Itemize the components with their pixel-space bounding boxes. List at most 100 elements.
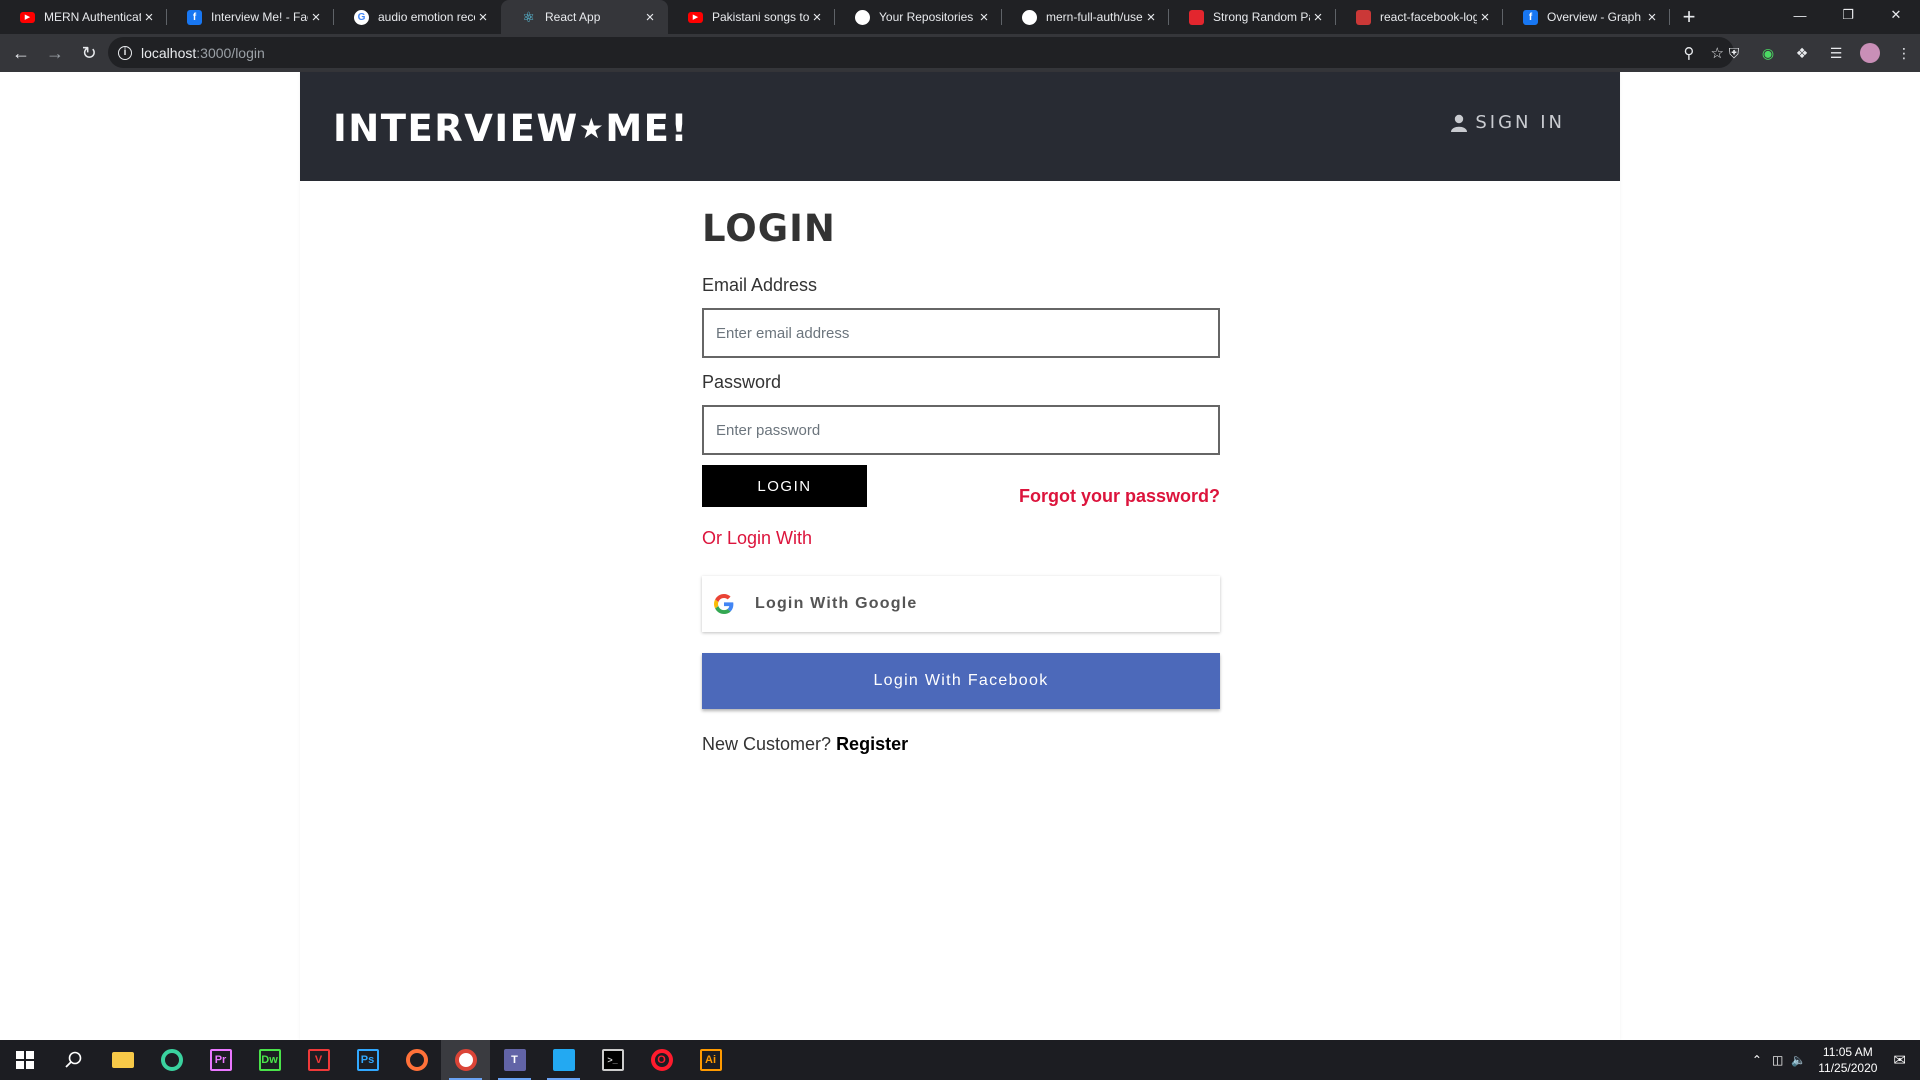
github-icon bbox=[855, 9, 870, 25]
start-button[interactable] bbox=[0, 1040, 49, 1080]
forgot-password-link[interactable]: Forgot your password? bbox=[1019, 486, 1220, 507]
premiere-icon: Pr bbox=[209, 1049, 232, 1071]
taskbar-app[interactable]: T bbox=[490, 1040, 539, 1080]
zoom-icon[interactable]: ⚲ bbox=[1684, 44, 1695, 62]
chrome-icon bbox=[454, 1049, 477, 1071]
email-input[interactable] bbox=[702, 308, 1220, 358]
browser-tab[interactable]: f Overview - Graph A × bbox=[1503, 0, 1670, 34]
new-customer-row: New Customer? Register bbox=[702, 734, 908, 755]
restore-button[interactable]: ❐ bbox=[1824, 0, 1872, 30]
photoshop-icon: Ps bbox=[356, 1049, 379, 1071]
logo-text-left: INTERVIEW bbox=[333, 107, 579, 150]
clock-date: 11/25/2020 bbox=[1818, 1061, 1878, 1075]
minimize-button[interactable]: — bbox=[1776, 0, 1824, 30]
reading-list-icon[interactable]: ☰ bbox=[1826, 43, 1846, 63]
browser-tab[interactable]: ▶ Pakistani songs to li × bbox=[668, 0, 835, 34]
extensions-puzzle-icon[interactable]: ❖ bbox=[1792, 43, 1812, 63]
google-login-label: Login With Google bbox=[755, 595, 918, 612]
profile-avatar[interactable] bbox=[1860, 43, 1880, 63]
browser-tab[interactable]: react-facebook-log × bbox=[1336, 0, 1503, 34]
forward-button[interactable]: → bbox=[38, 36, 72, 70]
taskbar-app[interactable]: O bbox=[637, 1040, 686, 1080]
close-tab-icon[interactable]: × bbox=[1477, 9, 1493, 26]
youtube-icon: ▶ bbox=[688, 11, 703, 23]
site-info-icon[interactable]: i bbox=[118, 45, 132, 60]
facebook-icon: f bbox=[187, 9, 202, 25]
browser-tab[interactable]: Your Repositories × bbox=[835, 0, 1002, 34]
or-login-with-text: Or Login With bbox=[702, 528, 813, 548]
close-tab-icon[interactable]: × bbox=[976, 9, 992, 26]
password-input[interactable] bbox=[702, 405, 1220, 455]
app-container: INTERVIEW★ME! SIGN IN LOGIN Email Addres… bbox=[300, 72, 1620, 1040]
close-tab-icon[interactable]: × bbox=[1143, 9, 1159, 26]
clock-time: 11:05 AM bbox=[1822, 1045, 1873, 1059]
clock[interactable]: 11:05 AM 11/25/2020 bbox=[1818, 1044, 1877, 1076]
browser-tab[interactable]: mern-full-auth/use × bbox=[1002, 0, 1169, 34]
taskbar-app[interactable]: Dw bbox=[245, 1040, 294, 1080]
green-extension-icon[interactable]: ◉ bbox=[1758, 43, 1778, 63]
volume-icon[interactable]: 🔈 bbox=[1791, 1053, 1806, 1067]
taskbar-app[interactable]: Ps bbox=[343, 1040, 392, 1080]
close-tab-icon[interactable]: × bbox=[809, 9, 825, 26]
tab-title: react-facebook-log bbox=[1380, 10, 1477, 24]
new-tab-button[interactable]: + bbox=[1674, 0, 1704, 34]
back-button[interactable]: ← bbox=[4, 36, 38, 70]
gitkraken-icon bbox=[160, 1049, 183, 1071]
logo-star-icon: ★ bbox=[578, 112, 606, 145]
network-icon[interactable]: ◫ bbox=[1772, 1053, 1783, 1067]
google-logo-icon bbox=[714, 594, 734, 614]
tab-title: audio emotion reco bbox=[378, 10, 475, 24]
browser-tab[interactable]: f Interview Me! - Face× bbox=[167, 0, 334, 34]
address-bar[interactable]: i localhost:3000/login ⚲ ☆ bbox=[108, 37, 1734, 68]
close-tab-icon[interactable]: × bbox=[1310, 9, 1326, 26]
tab-title: Pakistani songs to li bbox=[712, 10, 809, 24]
taskbar-app[interactable]: Ai bbox=[686, 1040, 735, 1080]
sign-in-link[interactable]: SIGN IN bbox=[1451, 112, 1565, 133]
login-button[interactable]: LOGIN bbox=[702, 465, 867, 507]
browser-tab[interactable]: ▶ MERN Authenticati × bbox=[0, 0, 167, 34]
close-tab-icon[interactable]: × bbox=[475, 9, 491, 26]
shield-extension-icon[interactable]: ⛨ bbox=[1724, 43, 1744, 63]
tab-title: Your Repositories bbox=[879, 10, 974, 24]
taskbar-app[interactable] bbox=[98, 1040, 147, 1080]
taskbar-apps: Pr Dw V Ps T >_ O Ai bbox=[98, 1040, 735, 1080]
close-tab-icon[interactable]: × bbox=[1644, 9, 1660, 26]
notification-icon[interactable]: ✉ bbox=[1893, 1051, 1906, 1069]
react-icon: ⚛ bbox=[522, 8, 535, 25]
reload-button[interactable]: ↻ bbox=[72, 36, 106, 70]
menu-kebab-icon[interactable]: ⋮ bbox=[1894, 43, 1914, 63]
close-window-button[interactable]: ✕ bbox=[1872, 0, 1920, 30]
close-tab-icon[interactable]: × bbox=[141, 9, 157, 26]
close-tab-icon[interactable]: × bbox=[308, 9, 324, 26]
browser-tab[interactable]: Strong Random Pa × bbox=[1169, 0, 1336, 34]
taskbar-app[interactable] bbox=[539, 1040, 588, 1080]
user-icon bbox=[1451, 114, 1468, 132]
taskbar-app[interactable]: Pr bbox=[196, 1040, 245, 1080]
taskbar-app[interactable] bbox=[441, 1040, 490, 1080]
tab-separator bbox=[1669, 9, 1670, 25]
register-link[interactable]: Register bbox=[836, 734, 908, 754]
window-controls: — ❐ ✕ bbox=[1776, 0, 1920, 30]
site-logo[interactable]: INTERVIEW★ME! bbox=[333, 107, 689, 150]
close-tab-icon[interactable]: × bbox=[642, 9, 658, 26]
facebook-login-button[interactable]: Login With Facebook bbox=[702, 653, 1220, 709]
taskbar-app[interactable]: V bbox=[294, 1040, 343, 1080]
password-label: Password bbox=[702, 372, 782, 392]
search-button[interactable] bbox=[49, 1040, 98, 1080]
taskbar-app[interactable]: >_ bbox=[588, 1040, 637, 1080]
vscode-icon bbox=[552, 1049, 575, 1071]
google-login-button[interactable]: Login With Google bbox=[702, 576, 1220, 632]
npm-icon bbox=[1356, 9, 1371, 25]
bookmark-star-icon[interactable]: ☆ bbox=[1711, 44, 1724, 62]
url-path: :3000/login bbox=[196, 44, 265, 61]
tray-chevron-icon[interactable]: ⌃ bbox=[1752, 1053, 1762, 1067]
new-customer-text: New Customer? bbox=[702, 734, 832, 754]
browser-tab[interactable]: Gaudio emotion reco × bbox=[334, 0, 501, 34]
taskbar-app[interactable] bbox=[147, 1040, 196, 1080]
browser-tab[interactable]: ⚛ React App × bbox=[501, 0, 668, 34]
sign-in-label: SIGN IN bbox=[1475, 112, 1565, 133]
tab-title: React App bbox=[545, 10, 601, 24]
vivaldi-icon: V bbox=[307, 1049, 330, 1071]
site-header: INTERVIEW★ME! SIGN IN bbox=[300, 72, 1620, 181]
taskbar-app[interactable] bbox=[392, 1040, 441, 1080]
